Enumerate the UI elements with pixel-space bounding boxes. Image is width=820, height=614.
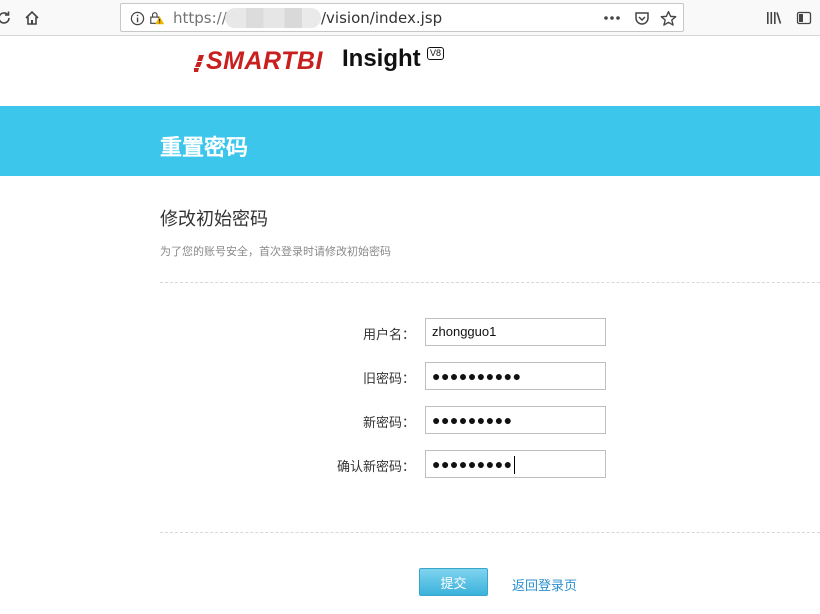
- product-name: Insight: [342, 45, 421, 72]
- logo-header: SMARTBI Insight V8: [0, 37, 820, 106]
- url-path: /vision/index.jsp: [321, 9, 443, 27]
- confirm-password-label: 确认新密码：: [336, 460, 415, 475]
- pocket-icon[interactable]: [633, 9, 651, 27]
- brand-logo-text: SMARTBI: [206, 47, 323, 75]
- divider-top: [160, 282, 820, 283]
- sidebar-icon[interactable]: [794, 8, 814, 28]
- version-badge: V8: [427, 47, 445, 60]
- username-input[interactable]: zhongguo1: [425, 318, 606, 346]
- old-password-label: 旧密码：: [362, 372, 415, 387]
- page-title: 重置密码: [160, 136, 249, 161]
- star-icon[interactable]: [659, 9, 677, 27]
- insecure-lock-icon[interactable]: [149, 10, 165, 26]
- reload-icon[interactable]: [0, 8, 14, 28]
- info-icon[interactable]: [129, 10, 145, 26]
- form-row-username: 用户名： zhongguo1: [0, 318, 820, 346]
- submit-button[interactable]: 提交: [419, 568, 488, 596]
- title-band: 重置密码: [0, 106, 820, 176]
- more-icon[interactable]: [603, 9, 621, 27]
- back-to-login-link[interactable]: 返回登录页: [512, 575, 577, 594]
- new-password-input[interactable]: ●●●●●●●●●: [425, 406, 606, 434]
- form-row-old-password: 旧密码： ●●●●●●●●●●: [0, 362, 820, 390]
- section-description: 为了您的账号安全，首次登录时请修改初始密码: [160, 245, 391, 258]
- address-bar[interactable]: https:// /vision/index.jsp: [120, 3, 684, 32]
- home-icon[interactable]: [22, 8, 42, 28]
- old-password-input[interactable]: ●●●●●●●●●●: [425, 362, 606, 390]
- new-password-label: 新密码：: [362, 416, 415, 431]
- text-caret: [513, 456, 515, 475]
- library-icon[interactable]: [764, 8, 784, 28]
- url-scheme: https://: [173, 9, 227, 27]
- browser-toolbar: https:// /vision/index.jsp: [0, 0, 820, 36]
- username-label: 用户名：: [362, 328, 415, 343]
- divider-bottom: [160, 532, 820, 533]
- confirm-password-input[interactable]: ●●●●●●●●●: [425, 450, 606, 478]
- section-title: 修改初始密码: [160, 209, 268, 230]
- url-host-redacted: [225, 8, 321, 28]
- form-row-new-password: 新密码： ●●●●●●●●●: [0, 406, 820, 434]
- confirm-password-value: ●●●●●●●●●: [432, 456, 513, 472]
- form-row-confirm-password: 确认新密码： ●●●●●●●●●: [0, 450, 820, 478]
